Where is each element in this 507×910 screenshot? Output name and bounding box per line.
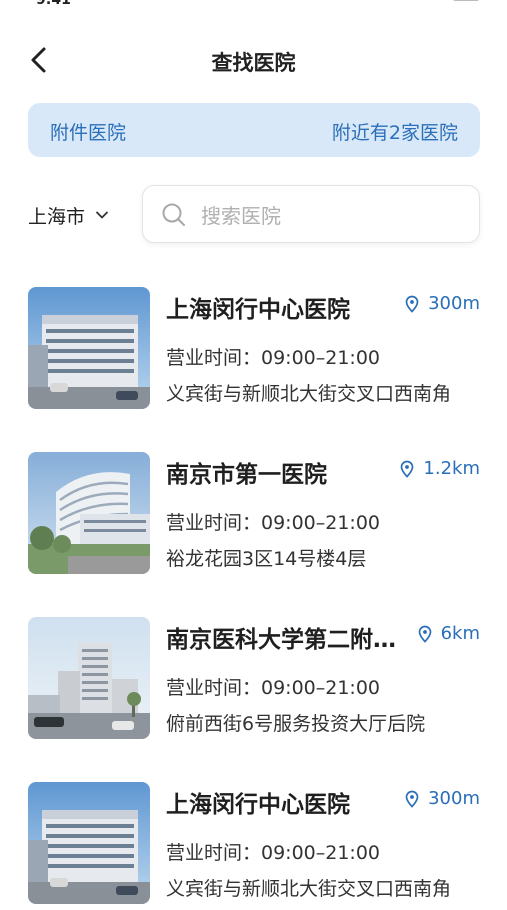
location-pin-icon <box>405 790 419 808</box>
hospital-address: 义宾街与新顺北大街交叉口西南角 <box>166 383 452 405</box>
nearby-banner[interactable]: 附件医院 附近有2家医院 <box>28 103 480 157</box>
distance: 1.2km <box>399 458 480 479</box>
hospital-name: 南京市第一医院 <box>166 462 327 488</box>
hospital-card[interactable]: 上海闵行中心医院 300m 营业时间：09:00–21:00 义宾街与新顺北大街… <box>0 285 507 415</box>
distance: 300m <box>404 293 480 314</box>
location-pin-icon <box>401 460 414 478</box>
city-dropdown[interactable]: 上海市 <box>28 200 109 230</box>
hospital-photo <box>28 782 150 904</box>
location-pin-icon <box>405 295 419 313</box>
business-hours: 营业时间：09:00–21:00 <box>166 677 381 699</box>
nearby-count-label: 附近有2家医院 <box>331 122 458 144</box>
hospital-photo <box>28 287 150 409</box>
distance-text: 6km <box>440 623 480 644</box>
hospital-name: 南京医科大学第二附属医院 <box>166 627 396 653</box>
business-hours: 营业时间：09:00–21:00 <box>166 347 381 369</box>
hospital-address: 俯前西街6号服务投资大厅后院 <box>166 713 426 735</box>
hospital-card[interactable]: 上海闵行中心医院 300m 营业时间：09:00–21:00 义宾街与新顺北大街… <box>0 780 507 910</box>
search-input[interactable] <box>199 198 463 234</box>
chevron-down-icon <box>96 211 108 219</box>
battery-icon <box>453 0 479 1</box>
distance-text: 300m <box>428 293 480 314</box>
hospital-address: 裕龙花园3区14号楼4层 <box>166 548 367 570</box>
header: 查找医院 <box>0 34 507 88</box>
hospital-name: 上海闵行中心医院 <box>166 792 350 818</box>
hospital-address: 义宾街与新顺北大街交叉口西南角 <box>166 878 452 900</box>
banner-left-label: 附件医院 <box>50 122 127 144</box>
distance-text: 300m <box>428 788 480 809</box>
page-title: 查找医院 <box>211 51 296 75</box>
hospital-photo <box>28 452 150 574</box>
distance: 300m <box>404 788 480 809</box>
business-hours: 营业时间：09:00–21:00 <box>166 512 381 534</box>
hospital-card[interactable]: 南京市第一医院 1.2km 营业时间：09:00–21:00 裕龙花园3区14号… <box>0 450 507 580</box>
status-time: 9:41 <box>36 0 71 8</box>
distance-text: 1.2km <box>423 458 480 479</box>
distance: 6km <box>417 623 480 644</box>
status-bar: 9:41 <box>0 0 507 8</box>
search-icon <box>162 203 185 226</box>
city-label: 上海市 <box>28 205 86 228</box>
hospital-card[interactable]: 南京医科大学第二附属医院 6km 营业时间：09:00–21:00 俯前西街6号… <box>0 615 507 745</box>
business-hours: 营业时间：09:00–21:00 <box>166 842 381 864</box>
search-box[interactable] <box>142 185 480 243</box>
location-pin-icon <box>418 625 431 643</box>
hospital-photo <box>28 617 150 739</box>
hospital-name: 上海闵行中心医院 <box>166 297 350 323</box>
